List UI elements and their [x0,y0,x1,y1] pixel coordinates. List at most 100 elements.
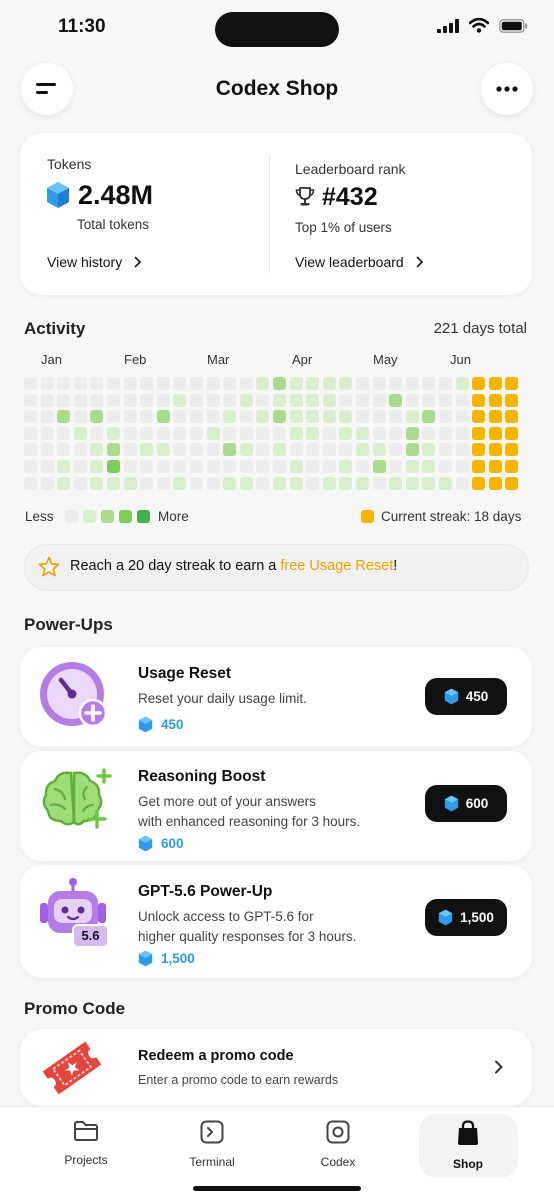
heatmap-streak-cell [488,410,502,424]
heatmap-cell [107,426,120,440]
heatmap-cell [439,426,452,440]
heatmap-cell [356,393,369,407]
heatmap-cell [223,393,237,407]
banner-highlight-link[interactable]: free Usage Reset [280,558,393,574]
heatmap-cell [140,426,154,440]
powerup-name: Usage Reset [138,665,232,682]
buy-gpt-power-up-button[interactable]: 1,500 [425,899,507,936]
heatmap-cell [206,410,220,424]
heatmap-cell [306,426,320,440]
heatmap-cell [57,460,71,473]
view-leaderboard-label: View leaderboard [295,254,404,270]
heatmap-cell [140,443,154,457]
tab-codex[interactable]: Codex [288,1120,388,1169]
heatmap-streak-cell [472,410,486,424]
tokens-label: Tokens [47,156,92,172]
powerup-description-line1: Unlock access to GPT-5.6 for [138,909,314,924]
heatmap-cell [206,443,220,457]
heatmap-cell [306,393,320,407]
heatmap-cell [190,443,203,457]
leaderboard-rank-value: #432 [322,183,378,211]
heatmap-cell [339,443,353,457]
heatmap-cell [24,426,37,440]
token-cube-icon [438,909,453,926]
heatmap-cell [190,393,203,407]
powerup-name: GPT-5.6 Power-Up [138,883,273,900]
heatmap-cell [173,460,187,473]
heatmap-cell [239,393,253,407]
heatmap-cell [455,443,469,457]
promo-description: Enter a promo code to earn rewards [138,1073,339,1087]
heatmap-cell [123,410,137,424]
dynamic-island [215,12,339,47]
stats-divider [269,155,270,273]
heatmap-cell [223,410,237,424]
heatmap-cell [239,443,253,457]
folder-icon [74,1121,98,1141]
heatmap-cell [356,443,369,457]
status-time: 11:30 [58,16,106,37]
month-label-jun: Jun [450,352,471,367]
heatmap-cell [73,443,87,457]
heatmap-cell [90,476,104,490]
more-options-button[interactable] [481,63,533,115]
tab-terminal[interactable]: Terminal [162,1120,262,1169]
heatmap-cell [173,426,187,440]
heatmap-cell [73,426,87,440]
heatmap-cell [256,377,270,390]
heatmap-cell [24,393,37,407]
heatmap-cell [40,443,54,457]
heatmap-cell [173,476,187,490]
heatmap-cell [156,460,170,473]
heatmap-cell [405,426,419,440]
buy-button-label: 450 [465,689,489,704]
heatmap-cell [372,426,386,440]
legend-less-label: Less [25,509,54,524]
stats-card [20,133,532,295]
chevron-right-icon [134,256,142,268]
heatmap-cell [24,476,37,490]
view-history-link[interactable]: View history [47,254,142,270]
powerup-price-value: 450 [161,717,184,732]
heatmap-cell [73,410,87,424]
tab-label: Codex [320,1155,356,1169]
month-label-may: May [373,352,398,367]
banner-text-prefix: Reach a 20 day streak to earn a [70,558,281,574]
tab-shop[interactable]: Shop [418,1120,518,1171]
heatmap-cell [256,476,270,490]
heatmap-cell [24,377,37,390]
heatmap-streak-cell [472,393,486,407]
heatmap-cell [439,460,452,473]
heatmap-cell [455,476,469,490]
powerup-price-value: 1,500 [161,951,195,966]
buy-reasoning-boost-button[interactable]: 600 [425,785,507,822]
streak-legend-swatch [361,510,374,523]
heatmap-cell [289,460,303,473]
heatmap-cell [306,476,320,490]
legend-swatch-1 [83,510,96,523]
heatmap-cell [322,410,336,424]
heatmap-cell [389,443,403,457]
powerups-title: Power-Ups [24,615,113,634]
heatmap-cell [90,410,104,424]
view-leaderboard-link[interactable]: View leaderboard [295,254,424,270]
more-dots-icon [496,86,518,92]
tab-projects[interactable]: Projects [36,1120,136,1167]
chevron-right-icon [494,1060,504,1079]
tab-label: Shop [453,1157,483,1171]
heatmap-cell [422,377,436,390]
heatmap-streak-cell [505,476,519,490]
heatmap-streak-cell [472,443,486,457]
heatmap-cell [339,460,353,473]
heatmap-streak-cell [472,460,486,473]
heatmap-cell [156,377,170,390]
heatmap-streak-cell [505,377,519,390]
token-cube-icon [138,950,153,967]
heatmap-cell [90,426,104,440]
heatmap-cell [107,393,120,407]
buy-usage-reset-button[interactable]: 450 [425,678,507,715]
powerup-price: 450 [138,716,184,733]
heatmap-streak-cell [488,426,502,440]
heatmap-cell [90,443,104,457]
heatmap-cell [206,476,220,490]
